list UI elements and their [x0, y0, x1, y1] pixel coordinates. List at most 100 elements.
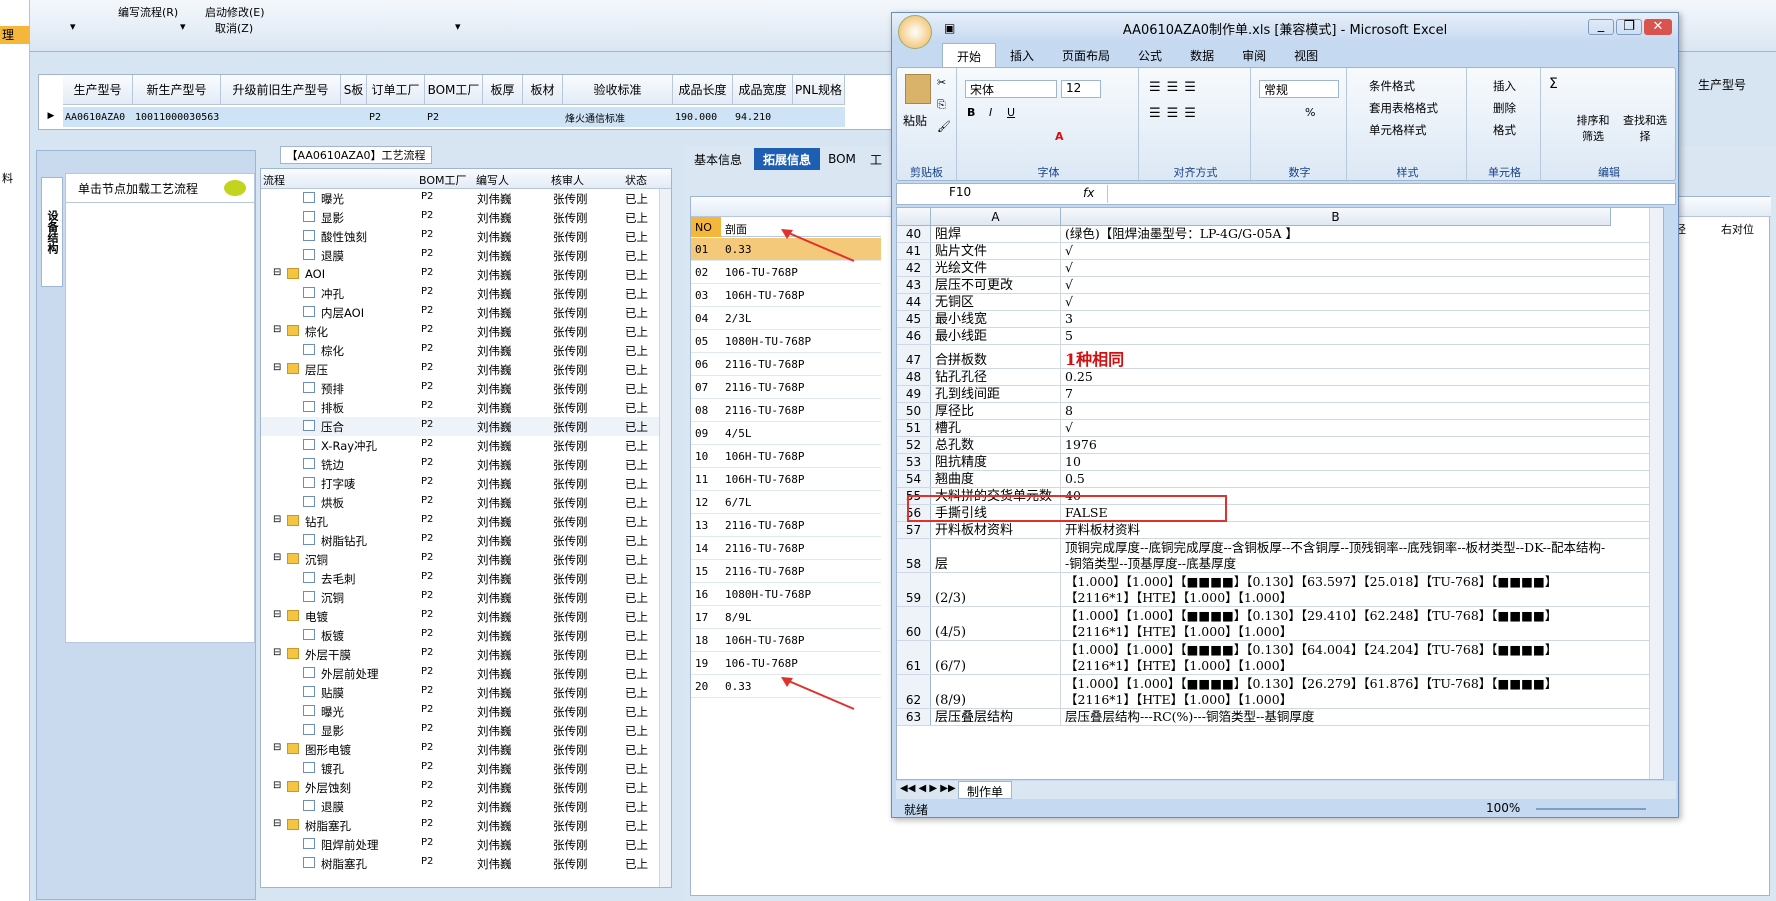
cell-a[interactable]: 阻焊 — [933, 226, 1061, 242]
format-cells-button[interactable]: 格式 — [1493, 122, 1516, 138]
fx-icon[interactable]: fx — [1083, 186, 1094, 200]
tab-basic-info[interactable]: 基本信息 — [688, 148, 748, 170]
order-col-header[interactable]: BOM工厂 — [425, 75, 483, 105]
align-icons-row2[interactable]: ☰☰☰ — [1149, 106, 1202, 121]
tree-row[interactable]: 压合 P2 刘伟巍 张传刚 已上 — [261, 417, 671, 436]
tree-row[interactable]: ⊟ 电镀 P2 刘伟巍 张传刚 已上 — [261, 607, 671, 626]
tab-home[interactable]: 开始 — [942, 43, 997, 67]
percent-button[interactable]: % — [1305, 106, 1315, 119]
tree-row[interactable]: 排板 P2 刘伟巍 张传刚 已上 — [261, 398, 671, 417]
cell-a[interactable]: 光绘文件 — [933, 260, 1061, 276]
name-box[interactable]: F10 — [897, 185, 1037, 203]
sum-icon[interactable]: Σ — [1549, 76, 1558, 92]
tree-row[interactable]: 冲孔 P2 刘伟巍 张传刚 已上 — [261, 284, 671, 303]
order-col-header[interactable]: 验收标准 — [563, 75, 673, 105]
tree-row[interactable]: 曝光 P2 刘伟巍 张传刚 已上 — [261, 702, 671, 721]
start-edit-button[interactable]: 启动修改(E) — [205, 4, 265, 20]
tree-row[interactable]: 打字唛 P2 刘伟巍 张传刚 已上 — [261, 474, 671, 493]
expand-icon[interactable]: ⊟ — [273, 362, 281, 373]
cell-a[interactable]: 合拼板数 — [933, 345, 1061, 368]
row-number[interactable]: 60 — [897, 607, 931, 640]
cell-b[interactable]: 【1.000】【1.000】【■■■■】【0.130】【26.279】【61.8… — [1063, 675, 1608, 708]
row-number[interactable]: 46 — [897, 328, 931, 344]
order-col-header[interactable]: 升级前旧生产型号 — [221, 75, 341, 105]
row-number[interactable]: 52 — [897, 437, 931, 453]
order-cell[interactable] — [523, 107, 563, 127]
sheet-tab-active[interactable]: 制作单 — [958, 781, 1013, 799]
cell-b[interactable]: 1种相同 — [1063, 345, 1608, 368]
paste-icon[interactable] — [905, 74, 931, 104]
cell-b[interactable]: 8 — [1063, 403, 1608, 419]
close-icon[interactable]: ✕ — [1644, 19, 1672, 35]
tree-row[interactable]: 镀孔 P2 刘伟巍 张传刚 已上 — [261, 759, 671, 778]
expand-icon[interactable]: ⊟ — [273, 780, 281, 791]
order-cell[interactable]: AA0610AZA0 — [63, 107, 133, 127]
font-name-select[interactable]: 宋体 — [965, 80, 1057, 98]
row-number[interactable]: 48 — [897, 369, 931, 385]
cell-b[interactable]: 开料板材资料 — [1063, 522, 1608, 538]
tree-row[interactable]: 阻焊前处理 P2 刘伟巍 张传刚 已上 — [261, 835, 671, 854]
cell-b[interactable]: 3 — [1063, 311, 1608, 327]
cell-b[interactable]: 【1.000】【1.000】【■■■■】【0.130】【63.597】【25.0… — [1063, 573, 1608, 606]
row-number[interactable]: 57 — [897, 522, 931, 538]
left-nav-active-item[interactable]: 理 — [0, 26, 30, 44]
insert-cells-button[interactable]: 插入 — [1493, 78, 1516, 94]
section-row[interactable]: 17 8/9L — [691, 606, 881, 629]
cell-b[interactable]: 顶铜完成厚度--底铜完成厚度--含铜板厚--不含铜厚--顶残铜率--底残铜率--… — [1063, 539, 1608, 572]
cell-b[interactable]: (绿色)【阻焊油墨型号：LP-4G/G-05A 】 — [1063, 226, 1608, 242]
cell-b[interactable]: 0.25 — [1063, 369, 1608, 385]
tree-row[interactable]: ⊟ 沉铜 P2 刘伟巍 张传刚 已上 — [261, 550, 671, 569]
order-col-header[interactable]: PNL规格 — [793, 75, 845, 105]
tree-row[interactable]: ⊟ 树脂塞孔 P2 刘伟巍 张传刚 已上 — [261, 816, 671, 835]
order-cell[interactable] — [793, 107, 845, 127]
expand-icon[interactable]: ⊟ — [273, 514, 281, 525]
cell-a[interactable]: 总孔数 — [933, 437, 1061, 453]
underline-button[interactable]: U — [1007, 106, 1015, 119]
cell-b[interactable]: √ — [1063, 294, 1608, 310]
cell-a[interactable]: 无铜区 — [933, 294, 1061, 310]
order-col-header[interactable]: 新生产型号 — [133, 75, 221, 105]
row-number[interactable]: 44 — [897, 294, 931, 310]
cell-a[interactable]: 最小线距 — [933, 328, 1061, 344]
tree-row[interactable]: 板镀 P2 刘伟巍 张传刚 已上 — [261, 626, 671, 645]
tree-row[interactable]: 贴膜 P2 刘伟巍 张传刚 已上 — [261, 683, 671, 702]
cell-a[interactable]: 层 — [933, 539, 1061, 572]
chevron-down-icon[interactable]: ▾ — [180, 20, 186, 33]
row-number[interactable]: 59 — [897, 573, 931, 606]
paste-button[interactable]: 粘贴 — [903, 112, 927, 129]
cell-b[interactable]: 【1.000】【1.000】【■■■■】【0.130】【64.004】【24.2… — [1063, 641, 1608, 674]
cell-a[interactable]: 孔到线间距 — [933, 386, 1061, 402]
expand-icon[interactable]: ⊟ — [273, 742, 281, 753]
section-row[interactable]: 16 1080H-TU-768P — [691, 583, 881, 606]
section-row[interactable]: 18 106H-TU-768P — [691, 629, 881, 652]
tree-row[interactable]: 预排 P2 刘伟巍 张传刚 已上 — [261, 379, 671, 398]
office-button[interactable] — [898, 15, 932, 49]
section-row[interactable]: 19 106-TU-768P — [691, 652, 881, 675]
expand-icon[interactable]: ⊟ — [273, 267, 281, 278]
load-flow-hint[interactable]: 单击节点加载工艺流程 — [65, 173, 255, 203]
tab-view[interactable]: 视图 — [1280, 43, 1332, 67]
cell-a[interactable]: 阻抗精度 — [933, 454, 1061, 470]
cell-a[interactable]: 贴片文件 — [933, 243, 1061, 259]
table-format-button[interactable]: 套用表格格式 — [1369, 100, 1438, 116]
row-number[interactable]: 50 — [897, 403, 931, 419]
expand-icon[interactable]: ⊟ — [273, 647, 281, 658]
row-number[interactable]: 51 — [897, 420, 931, 436]
cell-a[interactable]: 层压不可更改 — [933, 277, 1061, 293]
tab-extended-info[interactable]: 拓展信息 — [754, 148, 820, 170]
section-row[interactable]: 03 106H-TU-768P — [691, 284, 881, 307]
tree-row[interactable]: 去毛刺 P2 刘伟巍 张传刚 已上 — [261, 569, 671, 588]
tree-scrollbar[interactable] — [659, 189, 671, 887]
tree-row[interactable]: 内层AOI P2 刘伟巍 张传刚 已上 — [261, 303, 671, 322]
section-row[interactable]: 04 2/3L — [691, 307, 881, 330]
tree-row[interactable]: 退膜 P2 刘伟巍 张传刚 已上 — [261, 246, 671, 265]
section-row[interactable]: 06 2116-TU-768P — [691, 353, 881, 376]
cell-b[interactable]: √ — [1063, 420, 1608, 436]
cell-b[interactable]: 5 — [1063, 328, 1608, 344]
worksheet-vscrollbar[interactable] — [1649, 208, 1663, 779]
section-row[interactable]: 05 1080H-TU-768P — [691, 330, 881, 353]
cell-a[interactable]: 层压叠层结构 — [933, 709, 1061, 725]
order-cell[interactable]: 烽火通信标准 — [563, 107, 673, 127]
align-icons[interactable]: ☰☰☰ — [1149, 80, 1202, 95]
tree-row[interactable]: 外层前处理 P2 刘伟巍 张传刚 已上 — [261, 664, 671, 683]
